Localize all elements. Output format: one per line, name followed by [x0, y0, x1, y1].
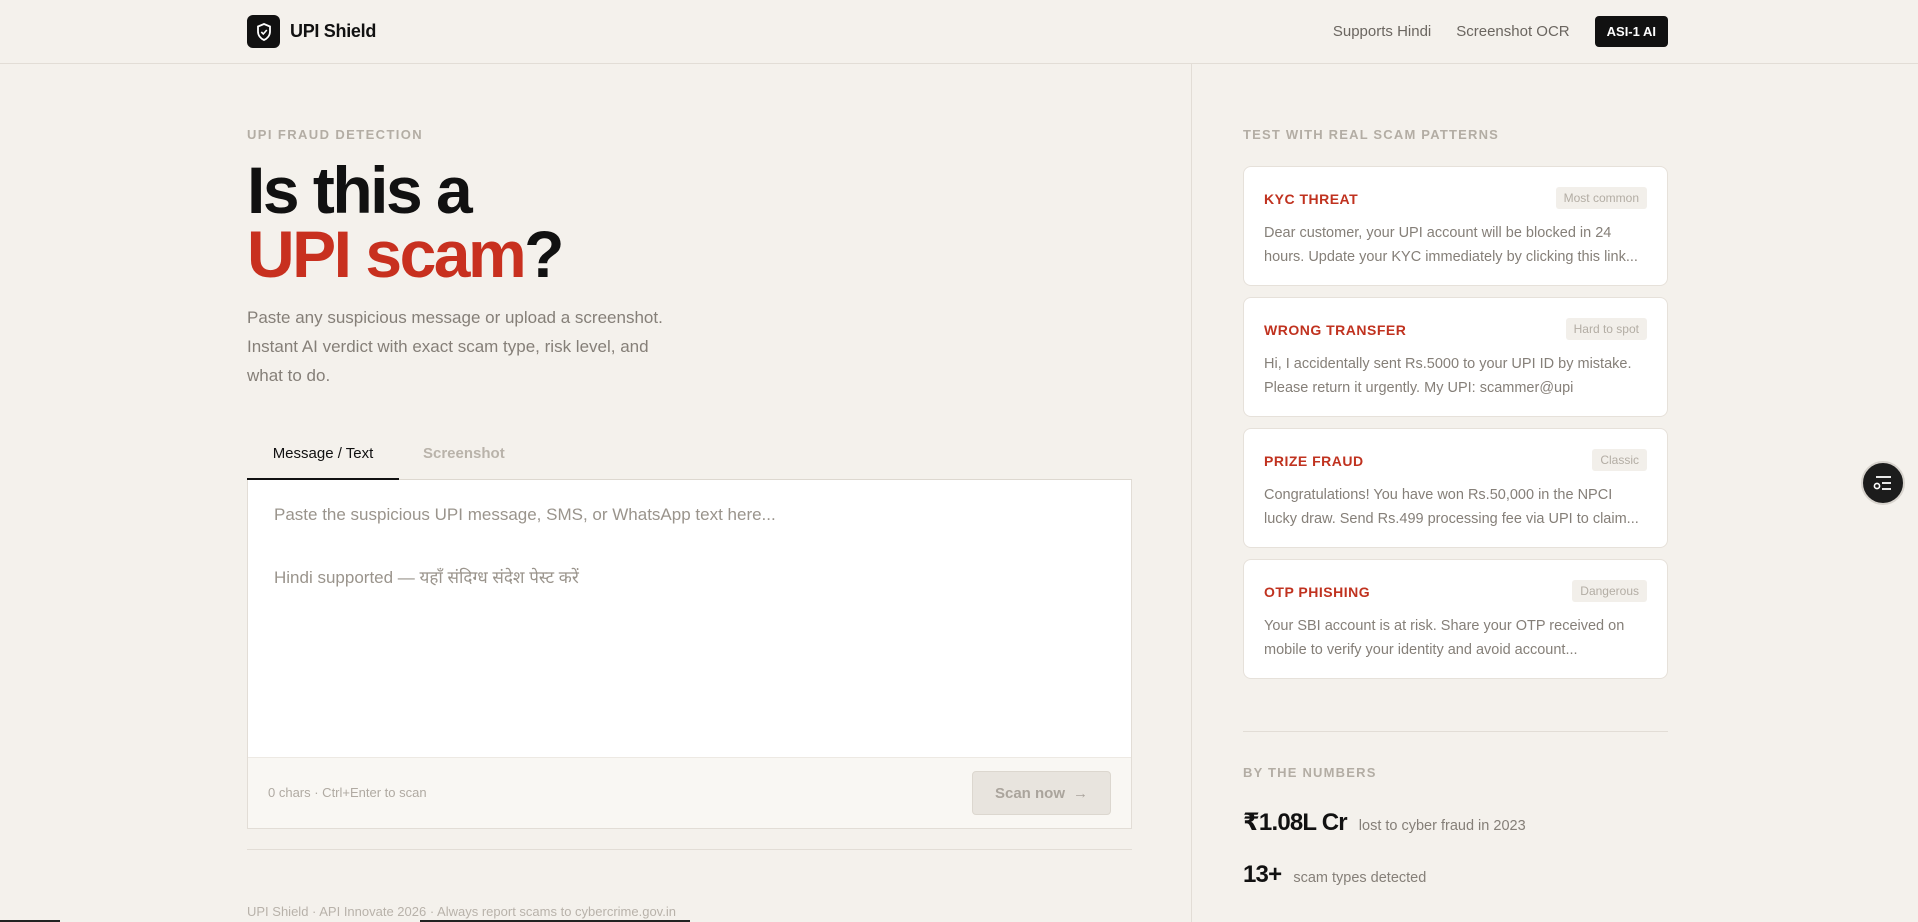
ai-badge[interactable]: ASI-1 AI — [1594, 16, 1668, 47]
scan-button[interactable]: Scan now → — [972, 771, 1111, 815]
input-tabs: Message / Text Screenshot — [247, 433, 1132, 480]
editor-footer: 0 chars · Ctrl+Enter to scan Scan now → — [248, 757, 1131, 828]
brand-name: UPI Shield — [290, 21, 377, 41]
arrow-right-icon: → — [1073, 784, 1088, 802]
placeholder-line-1: Paste the suspicious UPI message, SMS, o… — [274, 505, 776, 524]
nav-link-ocr[interactable]: Screenshot OCR — [1456, 23, 1569, 40]
sample-card-otp-phishing[interactable]: OTP PHISHING Dangerous Your SBI account … — [1243, 559, 1668, 679]
title-accent: UPI scam — [247, 217, 527, 291]
brand[interactable]: UPI Shield — [247, 15, 376, 48]
stat-label: lost to cyber fraud in 2023 — [1358, 818, 1526, 834]
card-body: Hi, I accidentally sent Rs.5000 to your … — [1264, 356, 1632, 396]
card-tag: Hard to spot — [1565, 318, 1647, 340]
nav-link-hindi[interactable]: Supports Hindi — [1333, 23, 1431, 40]
tab-screenshot[interactable]: Screenshot — [423, 433, 505, 480]
card-body: Your SBI account is at risk. Share your … — [1264, 618, 1625, 658]
scan-button-label: Scan now — [994, 784, 1065, 802]
card-title: OTP PHISHING — [1264, 584, 1371, 600]
footer-note: UPI Shield · API Innovate 2026 · Always … — [247, 904, 676, 919]
card-body: Congratulations! You have won Rs.50,000 … — [1264, 487, 1639, 527]
eyebrow: UPI FRAUD DETECTION — [247, 127, 424, 142]
sidebar-divider — [1243, 731, 1668, 732]
card-tag: Most common — [1555, 187, 1647, 209]
stats-heading: BY THE NUMBERS — [1243, 765, 1377, 780]
char-count: 0 chars · Ctrl+Enter to scan — [268, 785, 427, 800]
tab-message-text[interactable]: Message / Text — [247, 433, 399, 480]
card-title: WRONG TRANSFER — [1264, 322, 1407, 338]
header-nav: Supports Hindi Screenshot OCR ASI-1 AI — [1308, 16, 1668, 47]
shield-icon — [247, 15, 280, 48]
section-divider — [247, 849, 1132, 850]
card-body: Dear customer, your UPI account will be … — [1264, 225, 1638, 265]
stat-value: 13+ — [1243, 861, 1282, 888]
column-divider — [1191, 64, 1192, 922]
message-input[interactable]: Paste the suspicious UPI message, SMS, o… — [247, 480, 1132, 829]
card-tag: Dangerous — [1572, 580, 1647, 602]
card-title: PRIZE FRAUD — [1264, 453, 1364, 469]
intro-text: Paste any suspicious message or upload a… — [247, 308, 663, 385]
stat-scam-types: 13+ scam types detected — [1243, 861, 1426, 889]
stat-value: ₹1.08L Cr — [1243, 809, 1348, 836]
stat-fraud-loss: ₹1.08L Cr lost to cyber fraud in 2023 — [1243, 808, 1526, 837]
sample-card-kyc-threat[interactable]: KYC THREAT Most common Dear customer, yo… — [1243, 166, 1668, 286]
sample-patterns-heading: TEST WITH REAL SCAM PATTERNS — [1243, 127, 1500, 142]
stat-label: scam types detected — [1293, 870, 1427, 886]
card-tag: Classic — [1592, 449, 1647, 471]
settings-list-icon[interactable] — [1861, 461, 1905, 505]
top-header: UPI Shield Supports Hindi Screenshot OCR… — [0, 0, 1918, 64]
title-suffix: ? — [524, 217, 564, 291]
placeholder-line-2: Hindi supported — यहाँ संदिग्ध संदेश पेस… — [274, 568, 579, 587]
card-title: KYC THREAT — [1264, 191, 1359, 207]
sample-card-prize-fraud[interactable]: PRIZE FRAUD Classic Congratulations! You… — [1243, 428, 1668, 548]
sample-card-wrong-transfer[interactable]: WRONG TRANSFER Hard to spot Hi, I accide… — [1243, 297, 1668, 417]
page-title: Is this a UPI scam? — [247, 157, 564, 287]
title-line1: Is this a — [247, 153, 473, 227]
